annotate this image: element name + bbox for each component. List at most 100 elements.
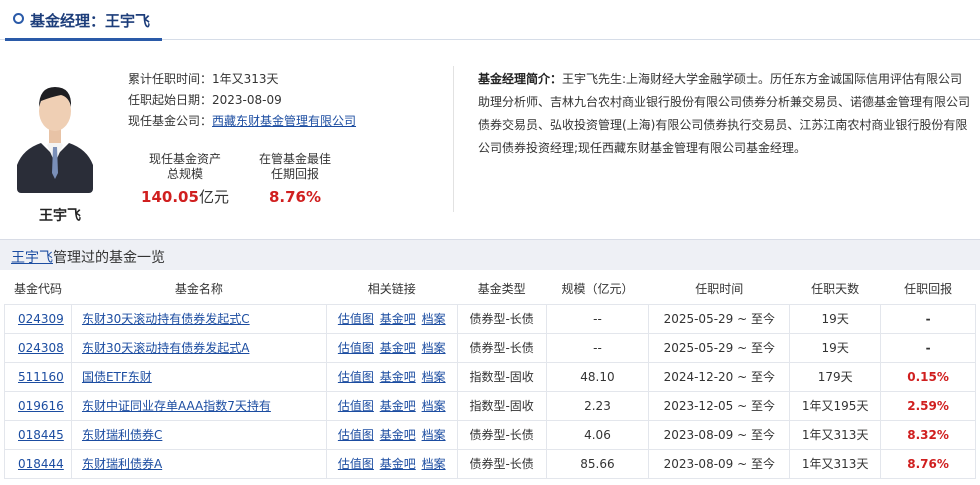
fund-profile-link[interactable]: 档案 [422,370,446,384]
fund-forum-link[interactable]: 基金吧 [380,341,416,355]
fund-size-cell: -- [545,332,650,363]
table-row: 018444 东财瑞利债券A 估值图 基金吧 档案 债券型-长债 85.66 2023-0… [4,448,976,479]
fund-name-cell: 国债ETF东财 [70,361,327,392]
fund-name-link[interactable]: 东财瑞利债券A [82,457,162,471]
tenure-period-cell: 2025-05-29 ~ 至今 [648,303,791,334]
fund-type-cell: 债券型-长债 [456,448,547,479]
tenure-period-cell: 2024-12-20 ~ 至今 [648,361,791,392]
fund-code-link[interactable]: 024309 [18,312,64,326]
tenure-days-cell: 1年又313天 [789,419,882,450]
total-assets-value: 140.05 [141,188,199,206]
fund-name-link[interactable]: 东财30天滚动持有债券发起式A [82,341,249,355]
fund-forum-link[interactable]: 基金吧 [380,312,416,326]
col-header-days: 任职天数 [789,274,881,304]
fund-profile-link[interactable]: 档案 [422,312,446,326]
start-date-value: 2023-08-09 [212,93,282,107]
col-header-size: 规模（亿元） [546,274,649,304]
fund-profile-link[interactable]: 档案 [422,399,446,413]
table-row: 024309 东财30天滚动持有债券发起式C 估值图 基金吧 档案 债券型-长债 -- 2… [4,303,976,334]
fund-size-cell: 4.06 [545,419,650,450]
fund-name-link[interactable]: 东财中证同业存单AAA指数7天持有 [82,399,271,413]
tenure-return-cell: - [880,332,976,363]
fund-name-cell: 东财瑞利债券C [70,419,327,450]
valuation-chart-link[interactable]: 估值图 [338,428,374,442]
fund-name-cell: 东财中证同业存单AAA指数7天持有 [70,390,327,421]
title-underline [5,38,162,41]
start-date-label: 任职起始日期： [128,93,213,107]
tenure-return-cell: 8.32% [880,419,976,450]
total-assets-stat: 现任基金资产 总规模 140.05亿元 [130,152,240,208]
fund-name-link[interactable]: 东财30天滚动持有债券发起式C [82,312,250,326]
tenure-return-cell: - [880,303,976,334]
tenure-period-cell: 2023-08-09 ~ 至今 [648,448,791,479]
table-row: 019616 东财中证同业存单AAA指数7天持有 估值图 基金吧 档案 指数型-固收 2… [4,390,976,421]
section-header: 基金经理：王宇飞 [0,0,980,41]
fund-code-cell: 511160 [4,361,72,392]
fund-forum-link[interactable]: 基金吧 [380,457,416,471]
col-header-name: 基金名称 [71,274,327,304]
tenure-days-cell: 19天 [789,332,882,363]
valuation-chart-link[interactable]: 估值图 [338,341,374,355]
fund-size-cell: 2.23 [545,390,650,421]
tenure-return-cell: 2.59% [880,390,976,421]
fund-size-cell: 85.66 [545,448,650,479]
fund-code-cell: 024309 [4,303,72,334]
fund-profile-link[interactable]: 档案 [422,428,446,442]
circle-bullet-icon [13,13,24,24]
fund-name-cell: 东财瑞利债券A [70,448,327,479]
fund-type-cell: 债券型-长债 [456,419,547,450]
col-header-links: 相关链接 [326,274,458,304]
manager-info: 累计任职时间：1年又313天 任职起始日期：2023-08-09 现任基金公司：… [128,69,356,132]
related-links-cell: 估值图 基金吧 档案 [325,361,458,392]
valuation-chart-link[interactable]: 估值图 [338,312,374,326]
related-links-cell: 估值图 基金吧 档案 [325,448,458,479]
fund-name-cell: 东财30天滚动持有债券发起式C [70,303,327,334]
fund-type-cell: 指数型-固收 [456,390,547,421]
bio-label: 基金经理简介： [478,72,563,86]
fund-forum-link[interactable]: 基金吧 [380,370,416,384]
fund-code-link[interactable]: 018445 [18,428,64,442]
best-return-label-1: 在管基金最佳 [258,152,331,166]
fund-code-link[interactable]: 024308 [18,341,64,355]
valuation-chart-link[interactable]: 估值图 [338,399,374,413]
tenure-days-cell: 1年又195天 [789,390,882,421]
fund-forum-link[interactable]: 基金吧 [380,399,416,413]
fund-code-cell: 018445 [4,419,72,450]
fund-name-link[interactable]: 东财瑞利债券C [82,428,162,442]
manager-name: 王宇飞 [39,208,81,224]
tenure-days-cell: 1年又313天 [789,448,882,479]
manager-name-link[interactable]: 王宇飞 [11,247,53,267]
total-assets-label-2: 总规模 [166,167,203,181]
fund-size-cell: -- [545,303,650,334]
related-links-cell: 估值图 基金吧 档案 [325,390,458,421]
col-header-type: 基金类型 [457,274,547,304]
tenure-return-cell: 8.76% [880,448,976,479]
tenure-value: 1年又313天 [212,72,279,86]
tenure-period-cell: 2023-12-05 ~ 至今 [648,390,791,421]
fund-code-link[interactable]: 018444 [18,457,64,471]
manager-photo [17,67,93,193]
fund-profile-link[interactable]: 档案 [422,341,446,355]
tenure-days-cell: 179天 [789,361,882,392]
table-row: 024308 东财30天滚动持有债券发起式A 估值图 基金吧 档案 债券型-长债 -- 2… [4,332,976,363]
table-header-row: 基金代码 基金名称 相关链接 基金类型 规模（亿元） 任职时间 任职天数 任职回… [4,274,976,304]
fund-name-link[interactable]: 国债ETF东财 [82,370,152,384]
fund-profile-link[interactable]: 档案 [422,457,446,471]
company-link[interactable]: 西藏东财基金管理有限公司 [212,114,356,128]
fund-code-cell: 018444 [4,448,72,479]
tenure-period-cell: 2023-08-09 ~ 至今 [648,419,791,450]
table-row: 018445 东财瑞利债券C 估值图 基金吧 档案 债券型-长债 4.06 2023-08… [4,419,976,450]
total-assets-label-1: 现任基金资产 [148,152,221,166]
fund-type-cell: 债券型-长债 [456,332,547,363]
fund-code-cell: 019616 [4,390,72,421]
fund-code-link[interactable]: 019616 [18,399,64,413]
best-return-label-2: 任期回报 [270,167,319,181]
col-header-period: 任职时间 [648,274,790,304]
fund-code-link[interactable]: 511160 [18,370,64,384]
tenure-return-cell: 0.15% [880,361,976,392]
fund-forum-link[interactable]: 基金吧 [380,428,416,442]
valuation-chart-link[interactable]: 估值图 [338,370,374,384]
tenure-days-cell: 19天 [789,303,882,334]
fund-code-cell: 024308 [4,332,72,363]
valuation-chart-link[interactable]: 估值图 [338,457,374,471]
